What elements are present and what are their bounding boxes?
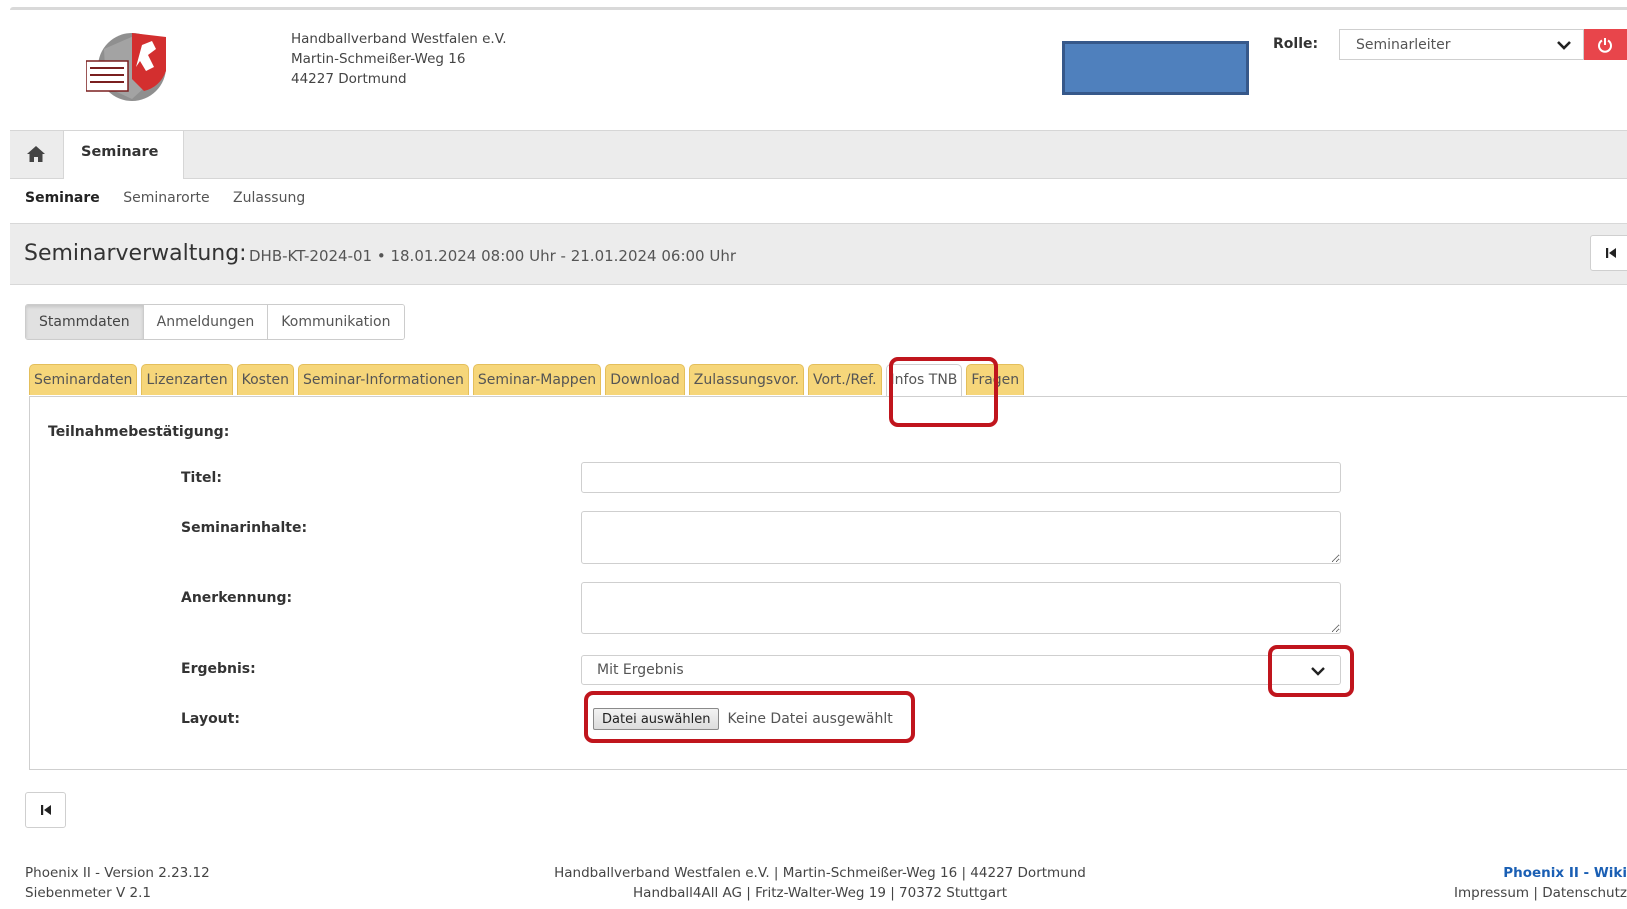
skip-back-icon	[1606, 248, 1616, 258]
footer-address-line-1: Handballverband Westfalen e.V. | Martin-…	[554, 865, 1086, 881]
redacted-user-info	[1062, 41, 1249, 95]
tab-seminar-informationen[interactable]: Seminar-Informationen	[297, 364, 469, 395]
tab-seminardaten[interactable]: Seminardaten	[29, 364, 138, 395]
hvw-logo	[85, 27, 172, 105]
footer-version: Phoenix II - Version 2.23.12 Siebenmeter…	[25, 863, 210, 903]
home-icon	[27, 146, 45, 162]
role-value: Seminarleiter	[1356, 37, 1451, 53]
kommunikation-button[interactable]: Kommunikation	[268, 305, 404, 339]
ergebnis-label: Ergebnis:	[181, 661, 256, 677]
logout-button[interactable]	[1584, 29, 1627, 60]
home-button[interactable]	[10, 131, 60, 178]
ergebnis-select[interactable]: Mit Ergebnis	[581, 655, 1341, 685]
anerkennung-label: Anerkennung:	[181, 590, 293, 606]
org-street: Martin-Schmeißer-Weg 16	[291, 51, 466, 67]
siebenmeter-version: Siebenmeter V 2.1	[25, 885, 151, 901]
tab-lizenzarten[interactable]: Lizenzarten	[141, 364, 233, 395]
subnav-seminarorte[interactable]: Seminarorte	[123, 190, 209, 206]
org-city: 44227 Dortmund	[291, 71, 407, 87]
chevron-down-icon	[1555, 36, 1573, 58]
view-button-group: Stammdaten Anmeldungen Kommunikation	[25, 304, 405, 340]
ergebnis-value: Mit Ergebnis	[597, 662, 684, 678]
anerkennung-textarea[interactable]	[581, 582, 1341, 634]
tab-infos-tnb[interactable]: Infos TNB	[885, 364, 963, 397]
page-title: Seminarverwaltung:	[24, 241, 247, 266]
tab-fragen[interactable]: Fragen	[966, 364, 1025, 395]
org-name: Handballverband Westfalen e.V.	[291, 31, 507, 47]
subnav-zulassung[interactable]: Zulassung	[233, 190, 305, 206]
titel-input[interactable]	[581, 462, 1341, 493]
version-text: Phoenix II - Version 2.23.12	[25, 865, 210, 881]
tab-vort-ref[interactable]: Vort./Ref.	[808, 364, 882, 395]
main-navigation: Seminare	[10, 130, 1627, 179]
seminarinhalte-label: Seminarinhalte:	[181, 520, 308, 536]
first-page-button-bottom[interactable]	[25, 792, 66, 828]
seminarinhalte-textarea[interactable]	[581, 511, 1341, 564]
page-title-bar: Seminarverwaltung: DHB-KT-2024-01 • 18.0…	[10, 223, 1627, 285]
role-label: Rolle:	[1273, 36, 1319, 52]
section-title: Teilnahmebestätigung:	[48, 424, 230, 440]
first-page-button-top[interactable]	[1590, 235, 1627, 271]
wiki-link[interactable]: Phoenix II - Wiki	[1440, 863, 1627, 883]
datenschutz-link[interactable]: Datenschutz	[1542, 885, 1627, 901]
stammdaten-button[interactable]: Stammdaten	[26, 305, 144, 339]
chevron-down-icon[interactable]	[1310, 664, 1326, 682]
layout-label: Layout:	[181, 711, 240, 727]
organization-address: Handballverband Westfalen e.V. Martin-Sc…	[291, 29, 507, 89]
anmeldungen-button[interactable]: Anmeldungen	[143, 305, 269, 339]
skip-back-icon	[41, 805, 51, 815]
top-border	[10, 7, 1627, 10]
role-select[interactable]: Seminarleiter	[1339, 29, 1584, 60]
tab-zulassungsvor[interactable]: Zulassungsvor.	[688, 364, 804, 395]
tab-download[interactable]: Download	[605, 364, 685, 395]
footer-address-line-2: Handball4All AG | Fritz-Walter-Weg 19 | …	[633, 885, 1007, 901]
footer-separator: |	[1533, 885, 1538, 901]
file-status: Keine Datei ausgewählt	[727, 711, 893, 727]
choose-file-button[interactable]: Datei auswählen	[593, 708, 720, 730]
impressum-link[interactable]: Impressum	[1454, 885, 1529, 901]
sub-navigation: Seminare Seminarorte Zulassung	[25, 190, 324, 206]
power-icon	[1598, 38, 1612, 53]
footer-links: Phoenix II - Wiki Impressum | Datenschut…	[1440, 863, 1627, 903]
titel-label: Titel:	[181, 470, 222, 486]
tab-kosten[interactable]: Kosten	[236, 364, 294, 395]
tab-seminar-mappen[interactable]: Seminar-Mappen	[472, 364, 602, 395]
subnav-seminare[interactable]: Seminare	[25, 190, 100, 206]
footer-address: Handballverband Westfalen e.V. | Martin-…	[470, 863, 1170, 903]
seminar-subtitle: DHB-KT-2024-01 • 18.01.2024 08:00 Uhr - …	[249, 247, 737, 265]
nav-tab-seminare[interactable]: Seminare	[63, 131, 184, 179]
detail-tabs: Seminardaten Lizenzarten Kosten Seminar-…	[29, 364, 1028, 397]
layout-file-input: Datei auswählen Keine Datei ausgewählt	[593, 708, 893, 730]
